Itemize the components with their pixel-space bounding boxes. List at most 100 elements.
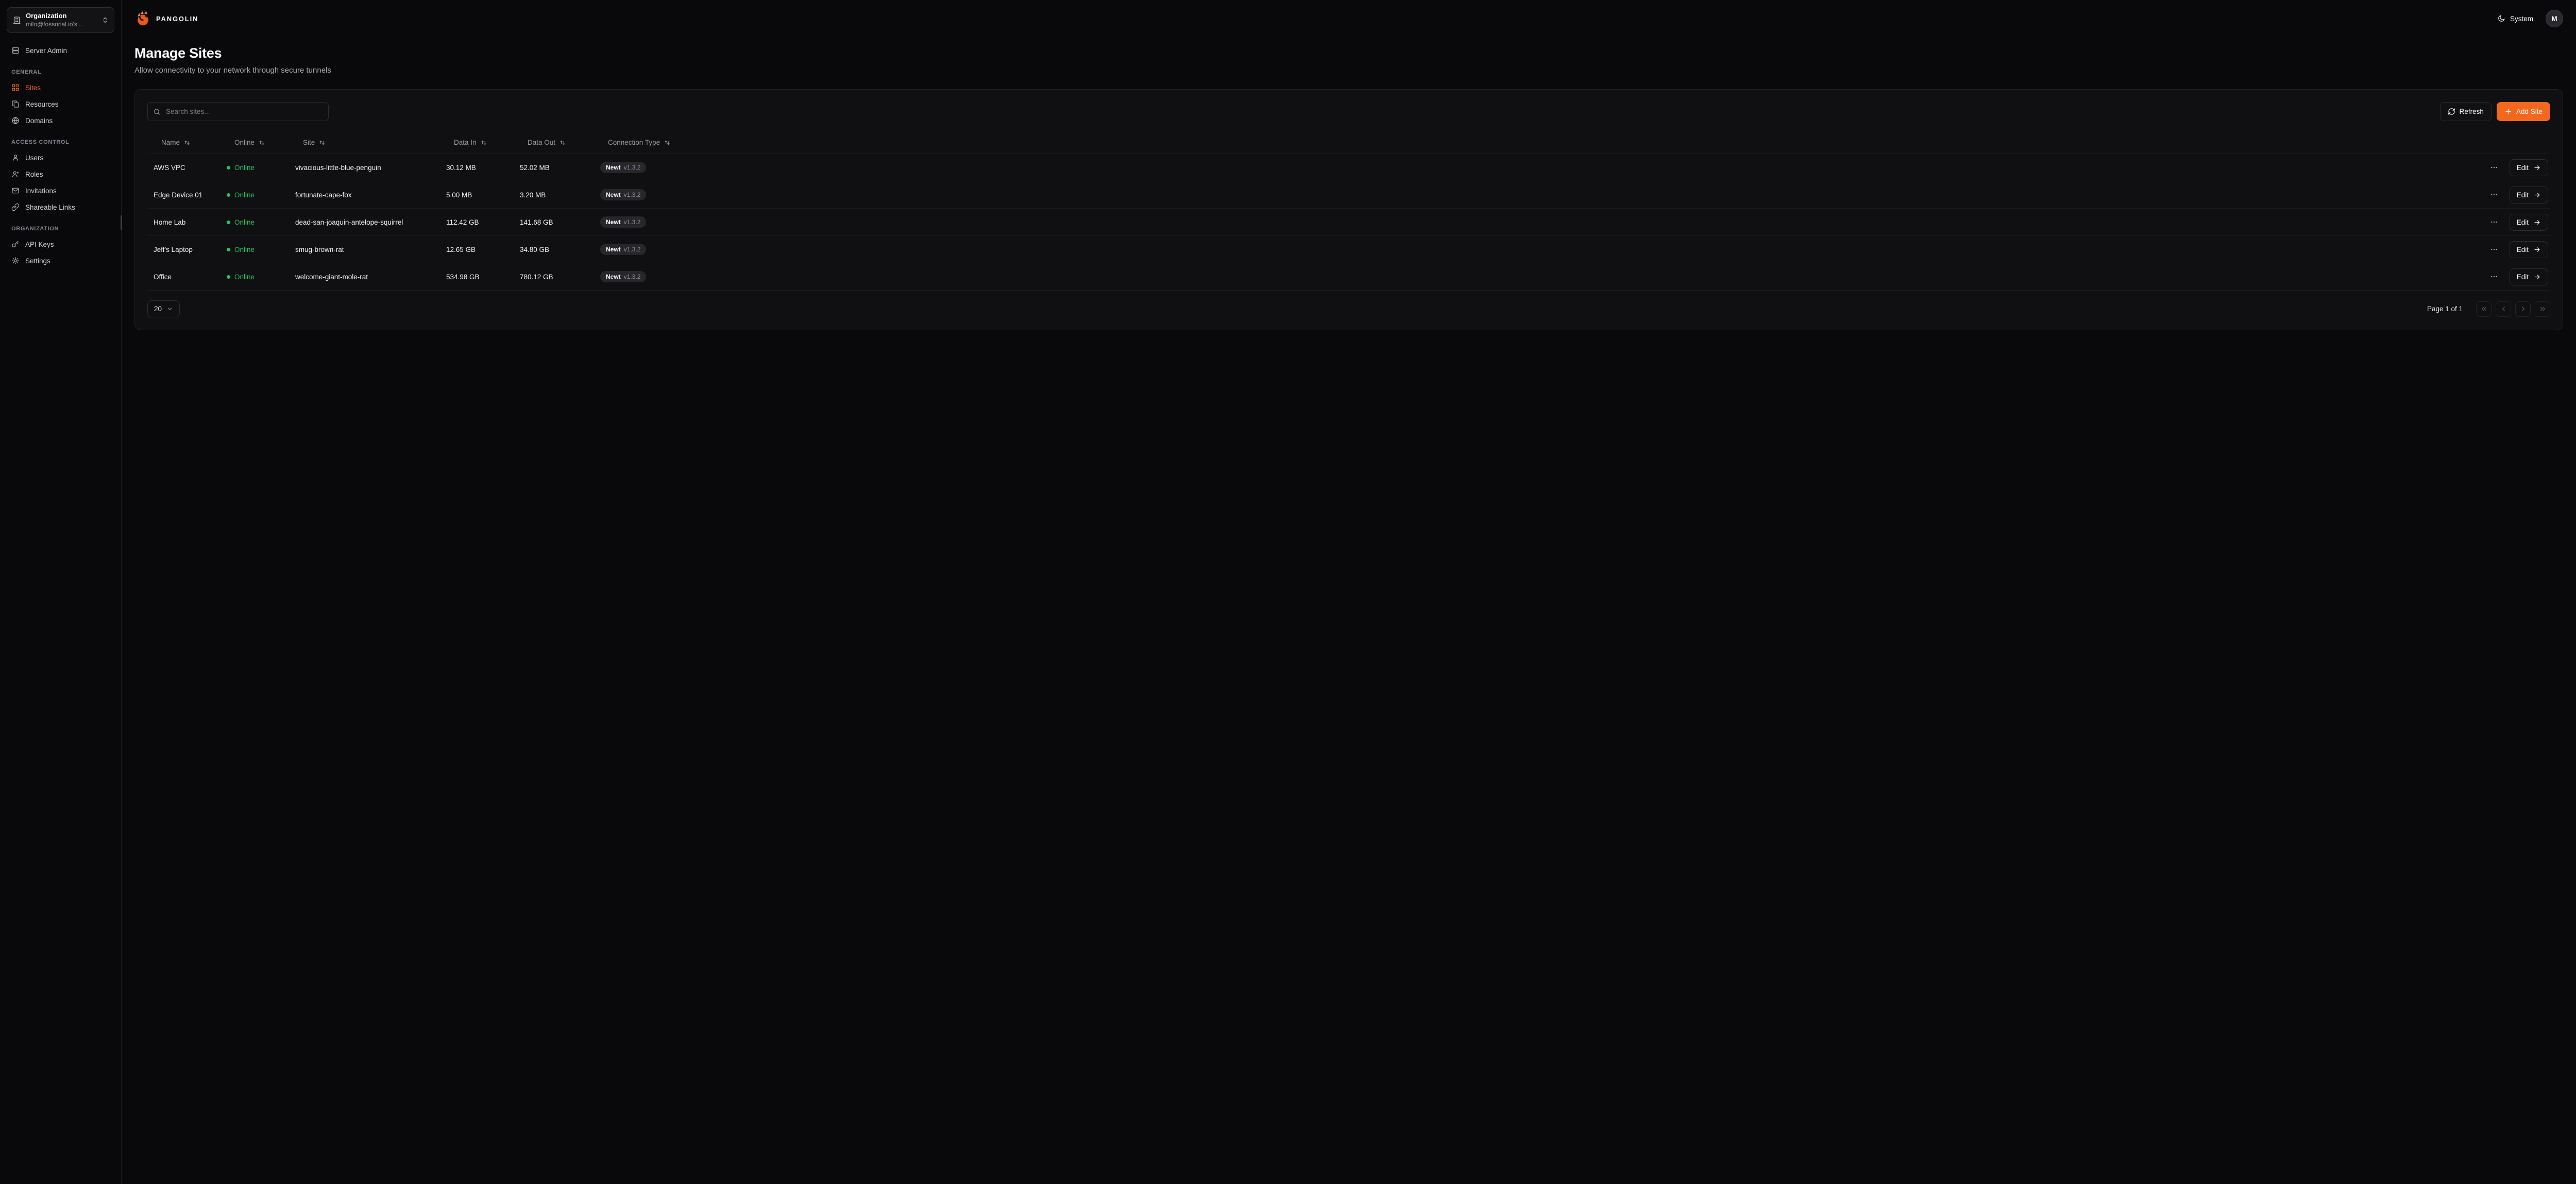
edit-button[interactable]: Edit	[2510, 241, 2548, 258]
page-subtitle: Allow connectivity to your network throu…	[134, 66, 2563, 75]
sort-icon	[183, 139, 191, 146]
row-actions: Edit	[2449, 268, 2550, 285]
arrow-right-icon	[2533, 191, 2541, 199]
ellipsis-icon	[2490, 191, 2498, 199]
data-in-value: 30.12 MB	[440, 164, 514, 172]
theme-toggle-button[interactable]: System	[2497, 14, 2533, 23]
edit-button[interactable]: Edit	[2510, 159, 2548, 176]
brand-name: PANGOLIN	[156, 15, 198, 23]
sidebar-item-sites[interactable]: Sites	[7, 79, 114, 96]
sidebar-item-server-admin[interactable]: Server Admin	[7, 42, 114, 59]
org-picker-label: Organization	[26, 12, 97, 21]
chevron-down-icon	[166, 306, 173, 312]
row-menu-button[interactable]	[2487, 160, 2501, 175]
roles-icon	[11, 170, 20, 178]
sites-toolbar: Refresh Add Site	[147, 102, 2550, 121]
column-header-site[interactable]: Site	[289, 139, 440, 146]
sidebar-item-label: Settings	[25, 257, 50, 265]
edit-button[interactable]: Edit	[2510, 268, 2548, 285]
data-in-value: 534.98 GB	[440, 273, 514, 281]
gear-icon	[11, 257, 20, 265]
sidebar-item-domains[interactable]: Domains	[7, 112, 114, 129]
ellipsis-icon	[2490, 218, 2498, 226]
table-row: Edge Device 01 Online fortunate-cape-fox…	[147, 181, 2550, 209]
org-picker[interactable]: Organization milo@fossorial.io's ...	[7, 7, 114, 33]
column-label: Online	[234, 139, 255, 146]
client-name: Newt	[606, 246, 621, 253]
sidebar-item-resources[interactable]: Resources	[7, 96, 114, 112]
sidebar-item-invitations[interactable]: Invitations	[7, 182, 114, 199]
row-menu-button[interactable]	[2487, 215, 2501, 229]
online-label: Online	[234, 191, 255, 199]
site-name: Jeff's Laptop	[147, 246, 221, 253]
edit-button[interactable]: Edit	[2510, 214, 2548, 231]
chevrons-left-icon	[2480, 305, 2488, 313]
row-menu-button[interactable]	[2487, 269, 2501, 284]
first-page-button[interactable]	[2476, 301, 2492, 317]
add-site-button[interactable]: Add Site	[2497, 102, 2550, 121]
plus-icon	[2504, 108, 2512, 115]
column-label: Connection Type	[608, 139, 660, 146]
previous-page-button[interactable]	[2496, 301, 2511, 317]
sidebar-item-settings[interactable]: Settings	[7, 252, 114, 269]
edit-button[interactable]: Edit	[2510, 187, 2548, 204]
last-page-button[interactable]	[2535, 301, 2550, 317]
edit-label: Edit	[2517, 246, 2529, 253]
client-name: Newt	[606, 273, 621, 280]
column-header-online[interactable]: Online	[221, 139, 289, 146]
sites-panel: Refresh Add Site Name Online	[134, 89, 2563, 330]
edit-label: Edit	[2517, 218, 2529, 226]
topbar-right: System M	[2497, 10, 2563, 27]
row-menu-button[interactable]	[2487, 188, 2501, 202]
arrow-right-icon	[2533, 273, 2541, 281]
next-page-button[interactable]	[2515, 301, 2531, 317]
site-tunnel-name: smug-brown-rat	[289, 246, 440, 253]
column-label: Data Out	[528, 139, 555, 146]
row-actions: Edit	[2449, 159, 2550, 176]
sidebar: Organization milo@fossorial.io's ... Ser…	[0, 0, 122, 1184]
refresh-button[interactable]: Refresh	[2440, 102, 2492, 121]
chevron-left-icon	[2500, 305, 2507, 313]
page-size-select[interactable]: 20	[147, 300, 180, 317]
row-menu-button[interactable]	[2487, 242, 2501, 257]
site-name: Office	[147, 273, 221, 281]
topbar: PANGOLIN System M	[134, 0, 2563, 37]
sidebar-item-users[interactable]: Users	[7, 149, 114, 166]
data-out-value: 34.80 GB	[514, 246, 594, 253]
sidebar-item-roles[interactable]: Roles	[7, 166, 114, 182]
online-dot-icon	[227, 193, 230, 197]
row-actions: Edit	[2449, 241, 2550, 258]
sidebar-item-label: API Keys	[25, 241, 54, 248]
sidebar-item-shareable-links[interactable]: Shareable Links	[7, 199, 114, 215]
data-in-value: 112.42 GB	[440, 218, 514, 226]
pangolin-logo-icon	[134, 10, 151, 27]
theme-toggle-label: System	[2510, 15, 2533, 23]
nav-section-title-organization: ORGANIZATION	[7, 215, 114, 236]
online-dot-icon	[227, 166, 230, 170]
column-label: Data In	[454, 139, 477, 146]
edit-label: Edit	[2517, 164, 2529, 172]
nav-section-title-general: GENERAL	[7, 59, 114, 79]
server-icon	[11, 46, 20, 55]
page-size-value: 20	[154, 305, 162, 313]
sidebar-scrollbar[interactable]	[121, 215, 122, 230]
search-input[interactable]	[147, 102, 329, 121]
sidebar-item-api-keys[interactable]: API Keys	[7, 236, 114, 252]
resources-icon	[11, 100, 20, 108]
sort-icon	[318, 139, 326, 146]
avatar[interactable]: M	[2546, 10, 2563, 27]
column-header-connection-type[interactable]: Connection Type	[594, 139, 2449, 146]
site-tunnel-name: fortunate-cape-fox	[289, 191, 440, 199]
column-header-data-in[interactable]: Data In	[440, 139, 514, 146]
mail-icon	[11, 187, 20, 195]
column-header-data-out[interactable]: Data Out	[514, 139, 594, 146]
chevrons-up-down-icon	[101, 16, 109, 24]
sort-icon	[258, 139, 265, 146]
column-header-name[interactable]: Name	[147, 139, 221, 146]
nav-section-title-access-control: ACCESS CONTROL	[7, 129, 114, 149]
connection-type-cell: Newt v1.3.2	[594, 216, 2449, 228]
sort-icon	[664, 139, 671, 146]
table-row: Jeff's Laptop Online smug-brown-rat 12.6…	[147, 236, 2550, 263]
sidebar-item-label: Shareable Links	[25, 204, 75, 211]
arrow-right-icon	[2533, 164, 2541, 172]
